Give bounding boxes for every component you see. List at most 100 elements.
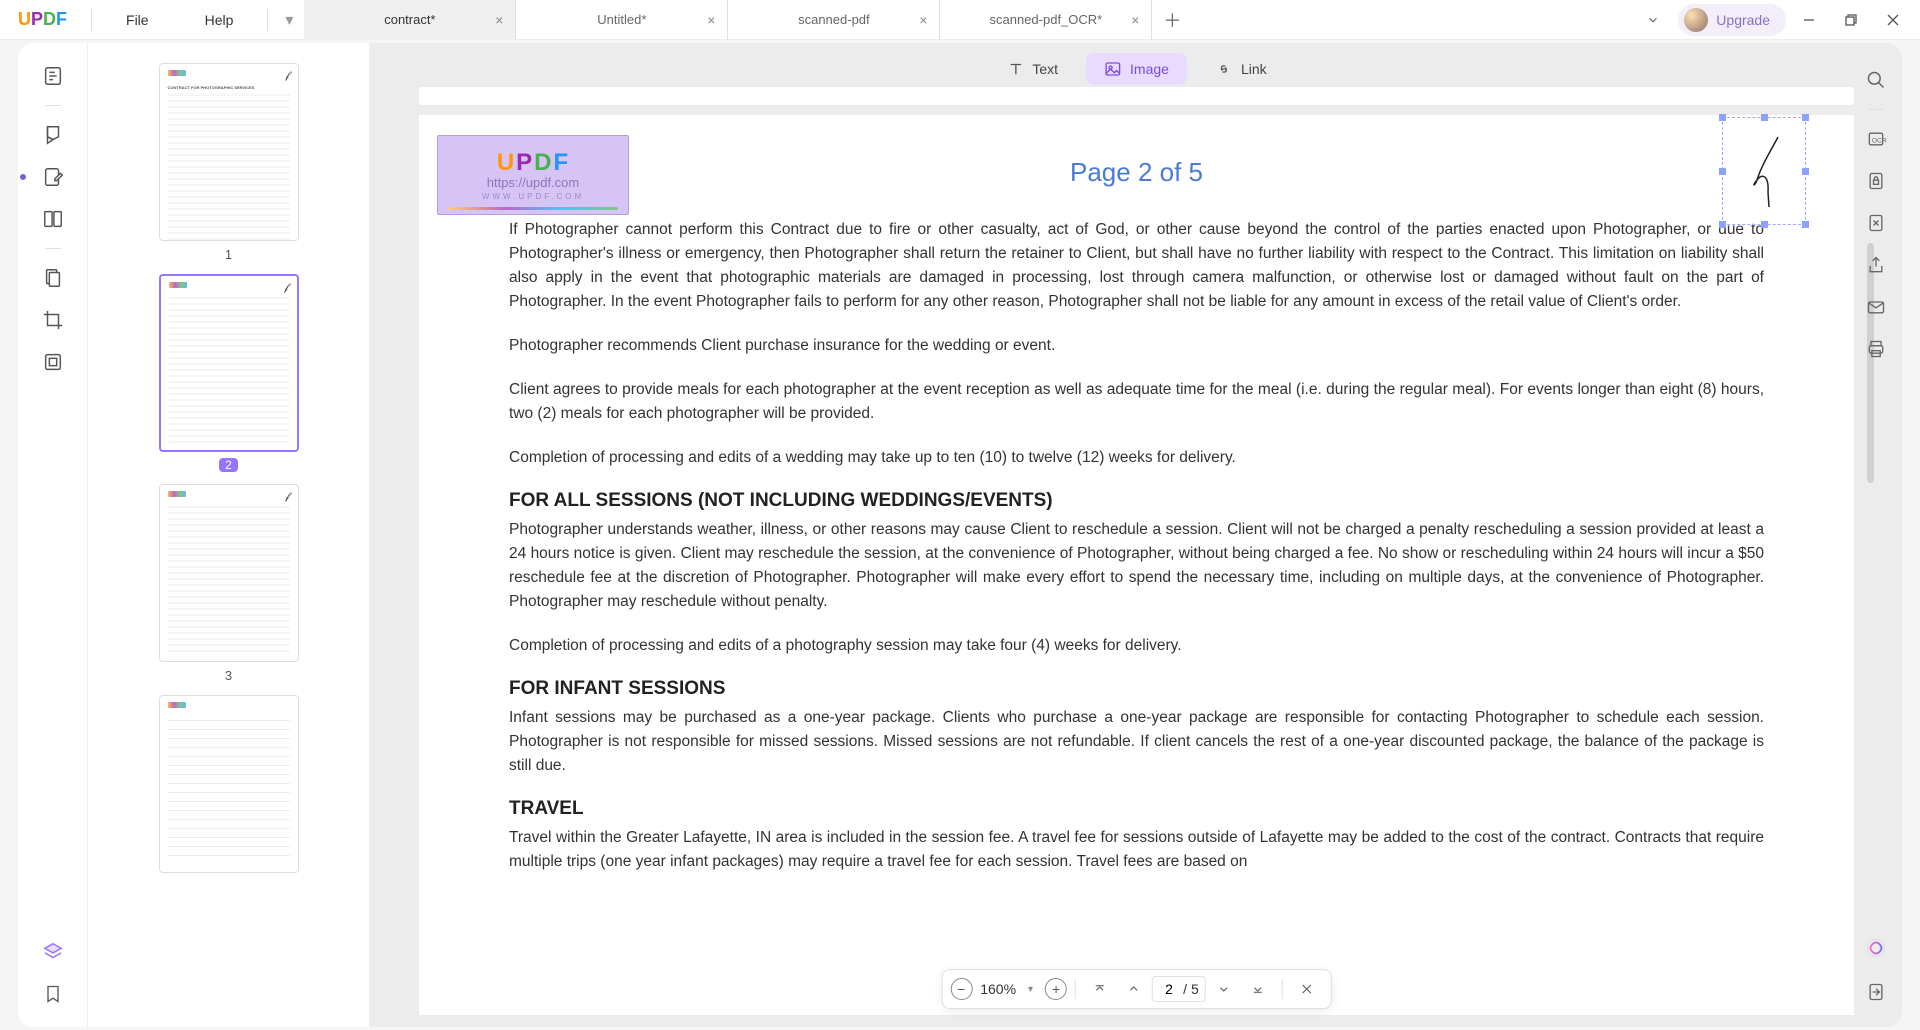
comment-tool[interactable] bbox=[34, 116, 72, 154]
page-indicator[interactable]: /5 bbox=[1152, 976, 1206, 1002]
thumbnail-page-1[interactable]: 𝒻CONTRACT FOR PHOTOGRAPHIC SERVICES bbox=[159, 63, 299, 241]
resize-handle[interactable] bbox=[1719, 221, 1726, 228]
divider bbox=[267, 9, 268, 31]
close-icon[interactable]: × bbox=[919, 12, 927, 28]
compress-button[interactable] bbox=[1857, 204, 1895, 242]
divider bbox=[91, 9, 92, 31]
share-button[interactable] bbox=[1857, 246, 1895, 284]
tab-scanned-pdf[interactable]: scanned-pdf × bbox=[728, 0, 940, 40]
form-tool[interactable] bbox=[34, 343, 72, 381]
document-page[interactable]: UPDF https://updf.com WWW.UPDF.COM Page … bbox=[419, 115, 1854, 1015]
paragraph: If Photographer cannot perform this Cont… bbox=[509, 218, 1764, 314]
thumbnail-page-4[interactable] bbox=[159, 695, 299, 873]
bookmark-button[interactable] bbox=[34, 975, 72, 1013]
separator bbox=[45, 248, 61, 249]
tab-label: contract* bbox=[384, 12, 435, 27]
watermark-url: https://updf.com bbox=[487, 175, 580, 190]
paragraph: Completion of processing and edits of a … bbox=[509, 446, 1764, 470]
watermark-sub: WWW.UPDF.COM bbox=[482, 192, 584, 201]
document-viewport: Text Image Link UPDF https://updf.com WW… bbox=[370, 43, 1902, 1027]
tabs-overflow-dropdown[interactable] bbox=[1632, 13, 1674, 27]
ocr-button[interactable]: OCR bbox=[1857, 120, 1895, 158]
avatar bbox=[1684, 8, 1708, 32]
resize-handle[interactable] bbox=[1719, 114, 1726, 121]
thumbnail-number: 2 bbox=[219, 458, 238, 472]
first-page-button[interactable] bbox=[1084, 973, 1116, 1005]
layers-button[interactable] bbox=[34, 933, 72, 971]
print-button[interactable] bbox=[1857, 330, 1895, 368]
close-toolbar-button[interactable] bbox=[1291, 973, 1323, 1005]
upgrade-label: Upgrade bbox=[1716, 12, 1770, 28]
tab-options-dropdown[interactable]: ▾ bbox=[274, 10, 304, 30]
section-heading: FOR INFANT SESSIONS bbox=[509, 678, 1764, 700]
paragraph: Travel within the Greater Lafayette, IN … bbox=[509, 826, 1764, 874]
maximize-button[interactable] bbox=[1832, 5, 1870, 35]
tab-scanned-pdf-ocr[interactable]: scanned-pdf_OCR* × bbox=[940, 0, 1152, 40]
watermark-image[interactable]: UPDF https://updf.com WWW.UPDF.COM bbox=[437, 135, 629, 215]
reader-tool[interactable] bbox=[34, 57, 72, 95]
edit-toolbar: Text Image Link bbox=[988, 53, 1284, 85]
next-page-button[interactable] bbox=[1208, 973, 1240, 1005]
prev-page-button[interactable] bbox=[1118, 973, 1150, 1005]
tab-label: scanned-pdf_OCR* bbox=[990, 12, 1103, 27]
resize-handle[interactable] bbox=[1761, 221, 1768, 228]
thumbnail-page-3[interactable]: 𝒻 bbox=[159, 484, 299, 662]
menu-file[interactable]: File bbox=[98, 12, 177, 28]
separator bbox=[1868, 109, 1884, 110]
link-tool[interactable]: Link bbox=[1197, 53, 1285, 85]
section-heading: FOR ALL SESSIONS (NOT INCLUDING WEDDINGS… bbox=[509, 490, 1764, 512]
navigation-toolbar: − 160% ▾ + /5 bbox=[941, 969, 1332, 1009]
tab-label: Untitled* bbox=[597, 12, 646, 27]
separator bbox=[45, 105, 61, 106]
minimize-button[interactable] bbox=[1790, 5, 1828, 35]
app-logo: UPDF bbox=[0, 9, 85, 30]
image-tool[interactable]: Image bbox=[1086, 53, 1187, 85]
left-toolbar bbox=[18, 43, 88, 1027]
paragraph: Photographer understands weather, illnes… bbox=[509, 518, 1764, 614]
resize-handle[interactable] bbox=[1719, 168, 1726, 175]
thumbnail-number: 1 bbox=[225, 247, 232, 262]
page-tools[interactable] bbox=[34, 259, 72, 297]
tab-untitled[interactable]: Untitled* × bbox=[516, 0, 728, 40]
page-input[interactable] bbox=[1159, 981, 1179, 997]
selected-image-signature[interactable] bbox=[1722, 117, 1806, 225]
zoom-value: 160% bbox=[974, 981, 1022, 997]
text-tool[interactable]: Text bbox=[988, 53, 1076, 85]
previous-page-edge bbox=[419, 87, 1854, 105]
close-button[interactable] bbox=[1874, 5, 1912, 35]
paragraph: Completion of processing and edits of a … bbox=[509, 634, 1764, 658]
zoom-in-button[interactable]: + bbox=[1045, 978, 1067, 1000]
tab-label: scanned-pdf bbox=[798, 12, 870, 27]
close-icon[interactable]: × bbox=[495, 12, 503, 28]
resize-handle[interactable] bbox=[1802, 114, 1809, 121]
resize-handle[interactable] bbox=[1802, 221, 1809, 228]
menu-help[interactable]: Help bbox=[177, 12, 262, 28]
tool-label: Link bbox=[1241, 61, 1267, 77]
close-icon[interactable]: × bbox=[1131, 12, 1139, 28]
right-toolbar: OCR bbox=[1854, 53, 1898, 1017]
resize-handle[interactable] bbox=[1802, 168, 1809, 175]
crop-tool[interactable] bbox=[34, 301, 72, 339]
zoom-dropdown[interactable]: ▾ bbox=[1024, 984, 1043, 995]
paragraph: Client agrees to provide meals for each … bbox=[509, 378, 1764, 426]
edit-tool[interactable] bbox=[34, 158, 72, 196]
thumbnail-page-2[interactable]: 𝒻 bbox=[159, 274, 299, 452]
close-icon[interactable]: × bbox=[707, 12, 715, 28]
email-button[interactable] bbox=[1857, 288, 1895, 326]
ai-assistant-button[interactable] bbox=[1857, 929, 1895, 967]
upgrade-button[interactable]: Upgrade bbox=[1678, 4, 1786, 36]
paragraph: Photographer recommends Client purchase … bbox=[509, 334, 1764, 358]
search-button[interactable] bbox=[1857, 61, 1895, 99]
resize-handle[interactable] bbox=[1761, 114, 1768, 121]
tab-contract[interactable]: contract* × bbox=[304, 0, 516, 40]
protect-button[interactable] bbox=[1857, 162, 1895, 200]
section-heading: TRAVEL bbox=[509, 798, 1764, 820]
last-page-button[interactable] bbox=[1242, 973, 1274, 1005]
document-tabs: contract* × Untitled* × scanned-pdf × scann… bbox=[304, 0, 1192, 40]
add-tab-button[interactable]: ＋ bbox=[1152, 0, 1192, 40]
tool-label: Image bbox=[1130, 61, 1169, 77]
thumbnail-number: 3 bbox=[225, 668, 232, 683]
export-button[interactable] bbox=[1857, 973, 1895, 1011]
organize-tool[interactable] bbox=[34, 200, 72, 238]
zoom-out-button[interactable]: − bbox=[950, 978, 972, 1000]
